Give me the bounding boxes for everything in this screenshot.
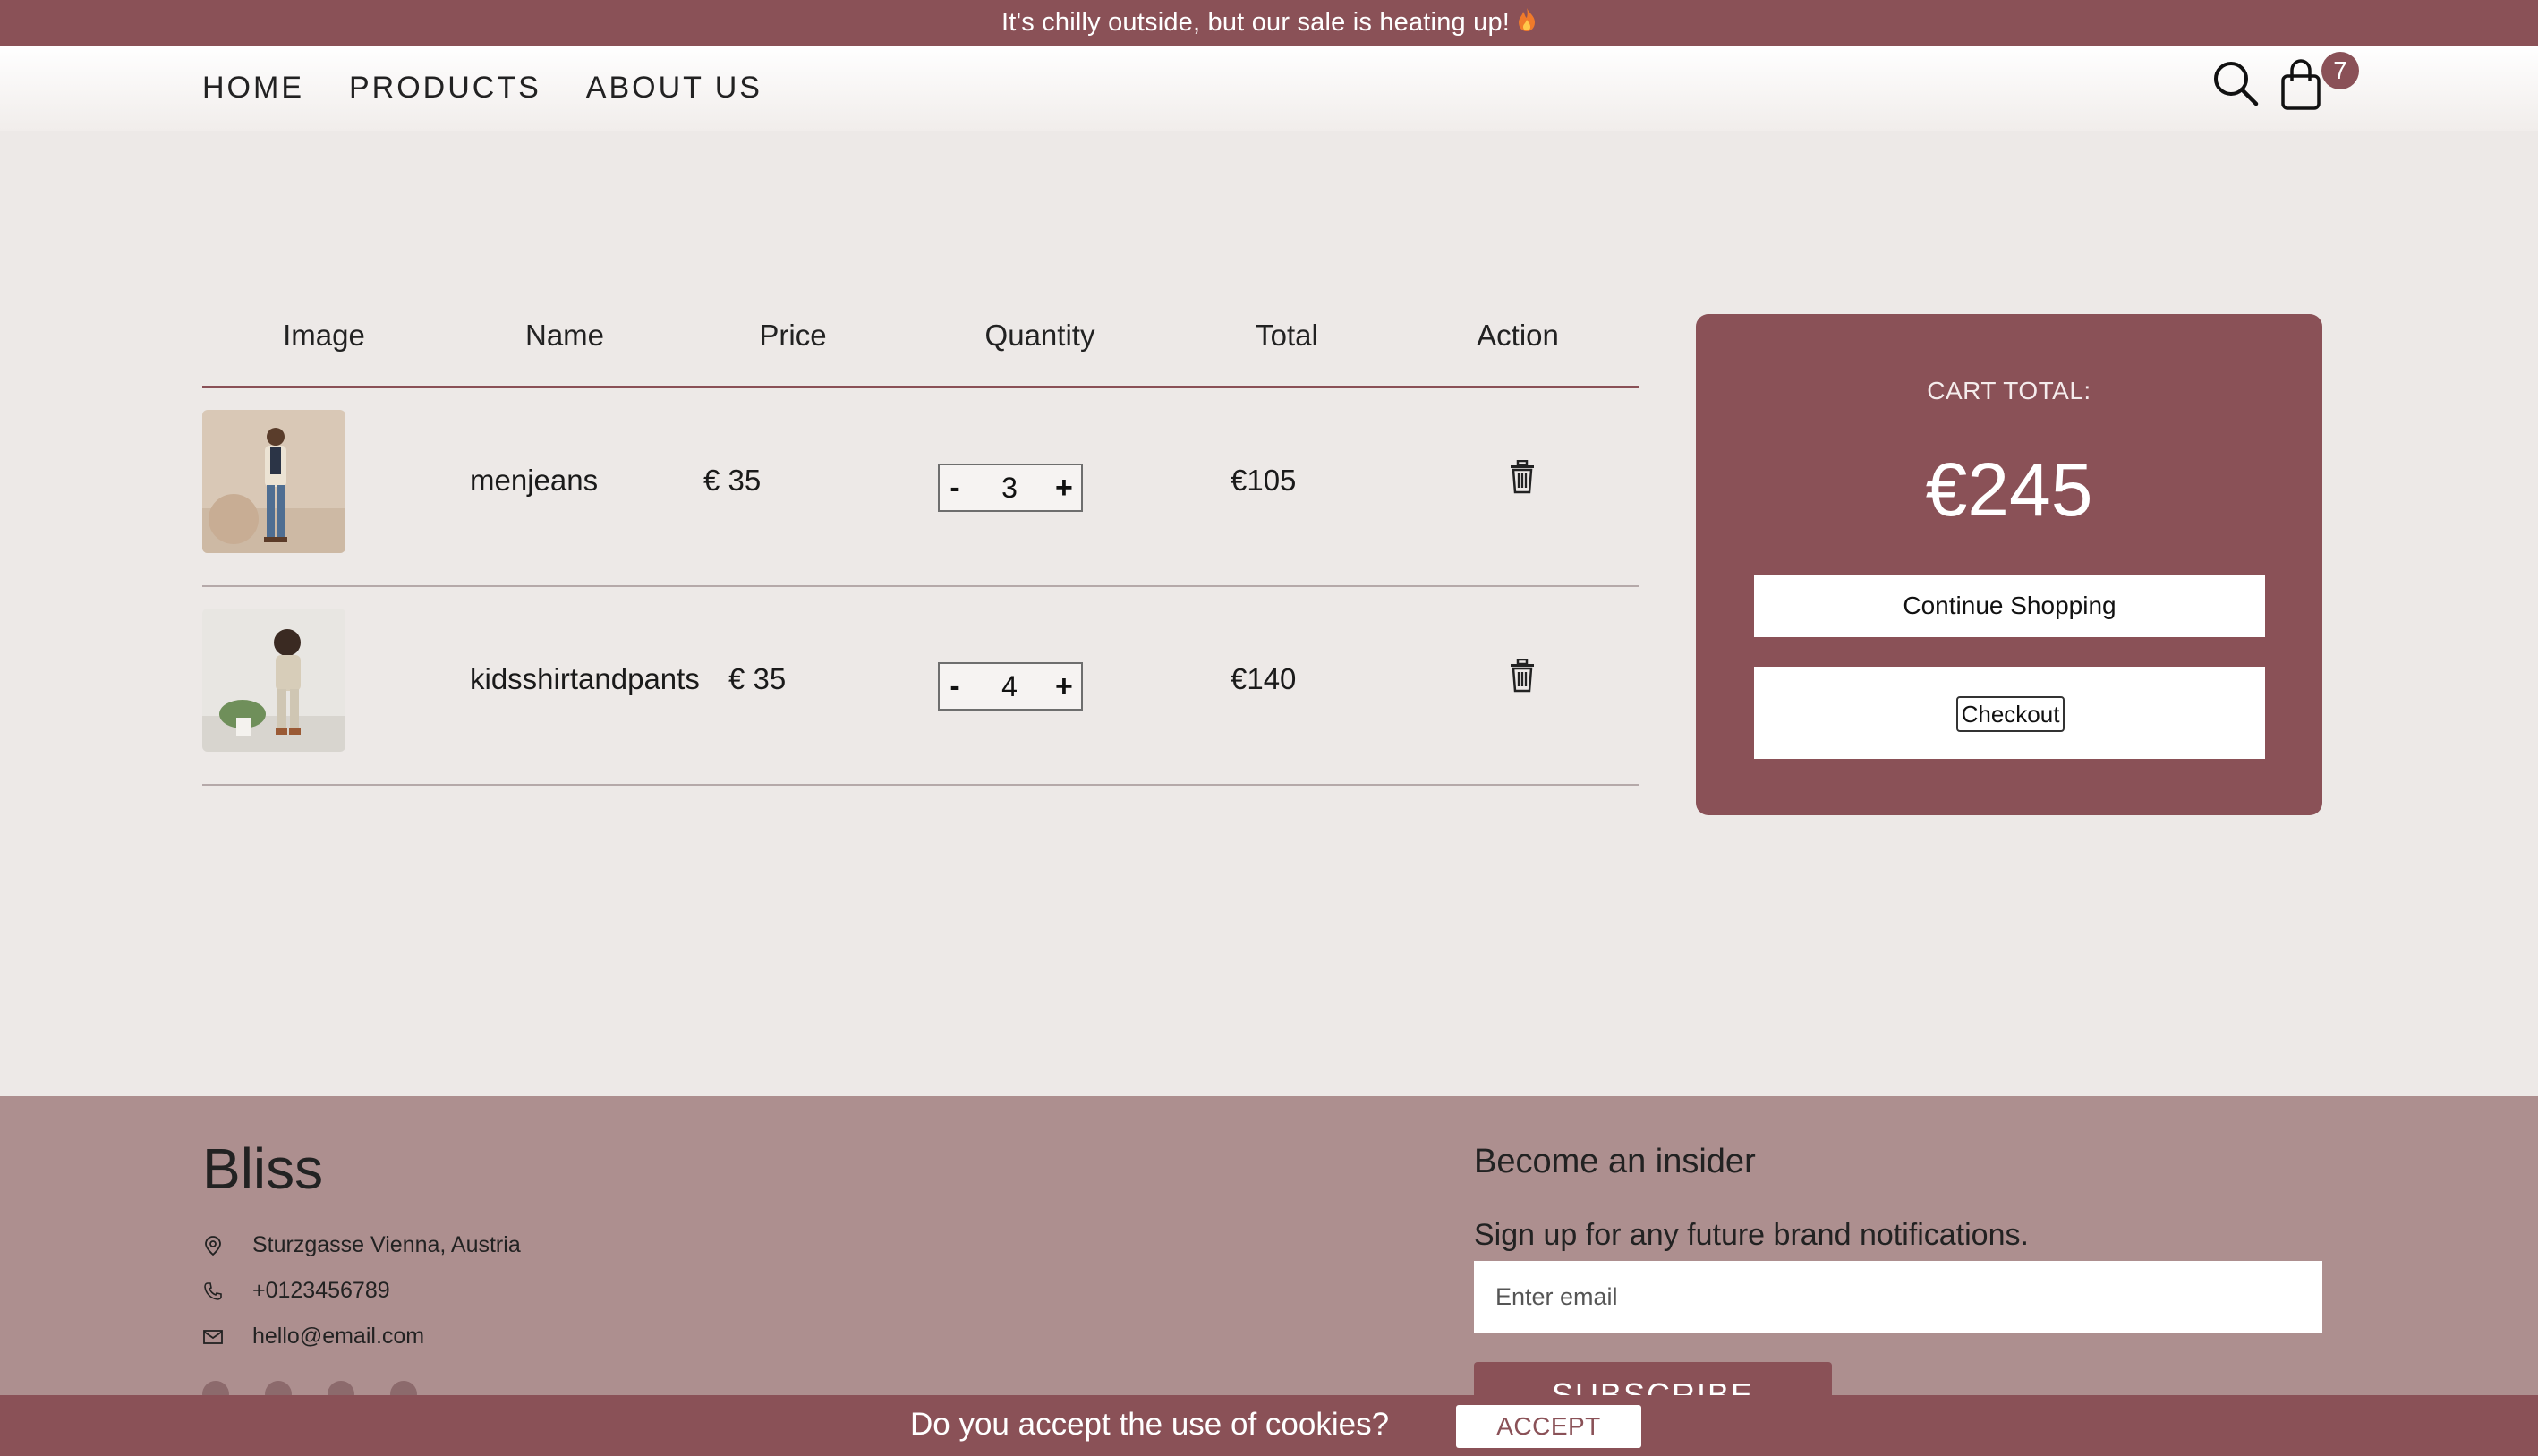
insider-subtitle: Sign up for any future brand notificatio… <box>1474 1218 2029 1252</box>
product-name: menjeans <box>470 464 599 497</box>
contact-phone: +0123456789 <box>202 1278 390 1304</box>
site-header: HOME PRODUCTS ABOUT US 7 <box>0 46 2538 131</box>
col-name: Name <box>524 319 605 352</box>
nav-about-us[interactable]: ABOUT US <box>586 71 762 106</box>
product-price: € 35 <box>728 662 787 695</box>
product-image <box>202 609 345 752</box>
accept-cookies-button[interactable]: ACCEPT <box>1456 1405 1641 1448</box>
newsletter-email-input[interactable] <box>1474 1261 2322 1333</box>
trash-icon[interactable] <box>1509 658 1536 693</box>
phone-icon <box>202 1281 224 1302</box>
product-price: € 35 <box>703 464 762 497</box>
contact-email: hello@email.com <box>202 1324 424 1350</box>
product-name: kidsshirtandpants <box>470 662 700 695</box>
address-text: Sturzgasse Vienna, Austria <box>252 1232 521 1257</box>
promo-banner: It's chilly outside, but our sale is hea… <box>0 0 2538 46</box>
cart-total-amount: €245 <box>1925 447 2093 532</box>
col-image: Image <box>283 319 365 352</box>
row-total: €105 <box>1231 464 1297 497</box>
decrease-button[interactable]: - <box>943 471 967 506</box>
checkout-button[interactable]: Checkout <box>1956 696 2065 732</box>
checkout-container: Checkout <box>1754 667 2265 759</box>
col-action: Action <box>1477 319 1559 352</box>
fire-icon <box>1517 7 1537 39</box>
cart-count-badge: 7 <box>2321 52 2359 89</box>
table-row: kidsshirtandpants € 35 - 4 + €140 <box>202 587 1639 786</box>
decrease-button[interactable]: - <box>943 669 967 704</box>
increase-button[interactable]: + <box>1052 471 1076 506</box>
cart-total-label: CART TOTAL: <box>1927 377 2091 404</box>
quantity-value[interactable]: 3 <box>1001 472 1018 505</box>
col-total: Total <box>1256 319 1318 352</box>
cookie-banner: Do you accept the use of cookies? ACCEPT <box>0 1395 2538 1456</box>
phone-text[interactable]: +0123456789 <box>252 1278 390 1304</box>
quantity-value[interactable]: 4 <box>1001 670 1018 703</box>
footer-brand: Bliss <box>202 1137 324 1201</box>
quantity-stepper: - 3 + <box>938 464 1083 512</box>
email-text[interactable]: hello@email.com <box>252 1324 424 1350</box>
col-quantity: Quantity <box>984 319 1095 352</box>
insider-title: Become an insider <box>1474 1143 1756 1180</box>
quantity-stepper: - 4 + <box>938 662 1083 711</box>
contact-address: Sturzgasse Vienna, Austria <box>202 1232 521 1258</box>
search-icon[interactable] <box>2210 58 2261 108</box>
trash-icon[interactable] <box>1509 459 1536 494</box>
row-total: €140 <box>1231 662 1297 695</box>
location-pin-icon <box>202 1235 224 1256</box>
nav-products[interactable]: PRODUCTS <box>349 71 541 106</box>
cookie-question: Do you accept the use of cookies? <box>910 1407 1390 1442</box>
cart-table: Image Name Price Quantity Total Action m… <box>202 313 1639 786</box>
nav-home[interactable]: HOME <box>202 71 304 106</box>
product-image <box>202 410 345 553</box>
cart-summary: CART TOTAL: €245 Continue Shopping Check… <box>1696 314 2322 815</box>
mail-icon <box>202 1326 224 1348</box>
promo-text: It's chilly outside, but our sale is hea… <box>1001 8 1511 37</box>
col-price: Price <box>759 319 827 352</box>
table-row: menjeans € 35 - 3 + €105 <box>202 388 1639 587</box>
main-nav: HOME PRODUCTS ABOUT US <box>202 71 762 106</box>
increase-button[interactable]: + <box>1052 669 1076 704</box>
table-header: Image Name Price Quantity Total Action <box>202 313 1639 388</box>
continue-shopping-button[interactable]: Continue Shopping <box>1754 575 2265 637</box>
